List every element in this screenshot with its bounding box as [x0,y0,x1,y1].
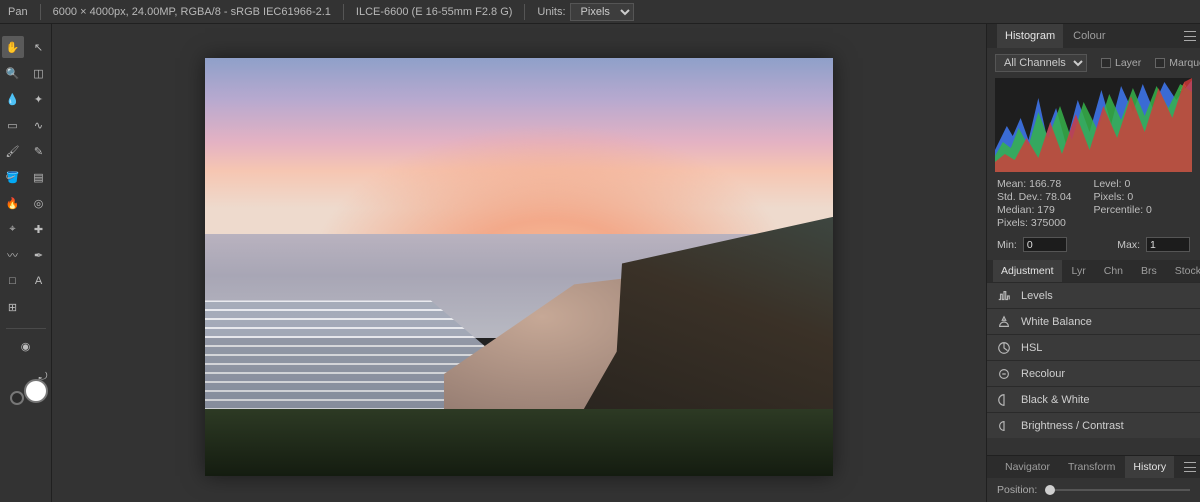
black-white-icon [997,393,1011,407]
panel-menu-icon[interactable] [1184,462,1196,472]
adjustment-label: Recolour [1021,368,1065,380]
histogram-stats: Mean: 166.78 Level: 0 Std. Dev.: 78.04 P… [987,176,1200,233]
units-dropdown[interactable]: Pixels [570,3,634,21]
quick-mask[interactable]: ◉ [15,335,37,357]
adjustment-levels[interactable]: Levels [987,282,1200,308]
tab-colour[interactable]: Colour [1065,24,1113,48]
history-slider[interactable] [1045,489,1190,491]
divider [6,328,46,329]
mesh-tool[interactable]: ⊞ [2,296,24,318]
marquee-tool[interactable]: ▭ [2,114,24,136]
text-tool[interactable]: A [28,270,50,292]
smudge-tool[interactable]: 〰 [2,244,24,266]
adjustment-label: HSL [1021,342,1042,354]
units-label: Units: [537,6,565,18]
max-label: Max: [1117,239,1140,251]
pen-tool[interactable]: ✒ [28,244,50,266]
adjustment-label: White Balance [1021,316,1092,328]
shape-tool[interactable]: □ [2,270,24,292]
eyedropper-tool[interactable]: 💧 [2,88,24,110]
hsl-icon [997,341,1011,355]
adjustment-black-white[interactable]: Black & White [987,386,1200,412]
bottom-panel: Navigator Transform History Position: [987,455,1200,502]
divider [524,4,525,20]
adjustment-label: Black & White [1021,394,1089,406]
tab-transform[interactable]: Transform [1060,456,1123,478]
tab-histogram[interactable]: Histogram [997,24,1063,48]
recolour-icon [997,367,1011,381]
layer-checkbox[interactable]: Layer [1101,57,1141,69]
sponge-tool[interactable]: ◎ [28,192,50,214]
min-input[interactable] [1023,237,1067,252]
adjustment-label: Brightness / Contrast [1021,420,1124,432]
position-label: Position: [997,484,1037,496]
adjustment-list: Levels White Balance HSL Recolour Black & Wh… [987,282,1200,455]
tab-brushes[interactable]: Brs [1133,260,1165,282]
color-wells: ⤾ [4,371,48,407]
levels-icon [997,289,1011,303]
auto-tool[interactable]: ✦ [28,88,50,110]
adjustment-label: Levels [1021,290,1053,302]
camera-info: ILCE-6600 (E 16-55mm F2.8 G) [356,6,513,18]
adjustment-hsl[interactable]: HSL [987,334,1200,360]
divider [40,4,41,20]
panel-menu-icon[interactable] [1184,31,1196,41]
blank-tool[interactable] [28,296,50,318]
history-position-row: Position: [987,478,1200,502]
history-panel-tabs: Navigator Transform History [987,456,1200,478]
brightness-contrast-icon [997,419,1011,433]
brush-tool[interactable]: 🖌 [2,140,24,162]
marquee-checkbox[interactable]: Marquee [1155,57,1200,69]
crop-tool[interactable]: ◫ [28,62,50,84]
tab-navigator[interactable]: Navigator [997,456,1058,478]
clone-tool[interactable]: ⌖ [2,218,24,240]
background-color[interactable] [10,391,24,405]
foreground-color[interactable] [24,379,48,403]
divider [343,4,344,20]
canvas-area[interactable] [52,24,986,502]
tab-channels[interactable]: Chn [1096,260,1131,282]
zoom-tool[interactable]: 🔍 [2,62,24,84]
document-image [205,58,833,476]
gradient-tool[interactable]: ▤ [28,166,50,188]
tab-history[interactable]: History [1125,456,1174,478]
fill-tool[interactable]: 🪣 [2,166,24,188]
toolbox: ✋↖🔍◫💧✦▭∿🖌✎🪣▤🔥◎⌖✚〰✒□A⊞ ◉ ⤾ [0,24,52,502]
adjustment-panel-tabs: Adjustment Lyr Chn Brs Stock [987,260,1200,282]
heal-tool[interactable]: ✚ [28,218,50,240]
context-bar: Pan 6000 × 4000px, 24.00MP, RGBA/8 - sRG… [0,0,1200,24]
tab-adjustment[interactable]: Adjustment [993,260,1062,282]
histogram-range: Min: Max: [987,233,1200,260]
move-tool[interactable]: ↖ [28,36,50,58]
histogram-panel-tabs: Histogram Colour [987,24,1200,48]
image-info: 6000 × 4000px, 24.00MP, RGBA/8 - sRGB IE… [53,6,331,18]
right-panel-stack: Histogram Colour All Channels Layer Marq… [986,24,1200,502]
pencil-tool[interactable]: ✎ [28,140,50,162]
histogram-options: All Channels Layer Marquee [987,48,1200,78]
tab-layers[interactable]: Lyr [1064,260,1094,282]
histogram-graph: ⚠ [995,78,1192,172]
current-tool-label: Pan [8,6,28,18]
hand-tool[interactable]: ✋ [2,36,24,58]
channel-dropdown[interactable]: All Channels [995,54,1087,72]
adjustment-brightness-contrast[interactable]: Brightness / Contrast [987,412,1200,438]
adjustment-recolour[interactable]: Recolour [987,360,1200,386]
min-label: Min: [997,239,1017,251]
white-balance-icon [997,315,1011,329]
adjustment-white-balance[interactable]: White Balance [987,308,1200,334]
freehand-tool[interactable]: ∿ [28,114,50,136]
tab-stock[interactable]: Stock [1167,260,1200,282]
burn-tool[interactable]: 🔥 [2,192,24,214]
max-input[interactable] [1146,237,1190,252]
